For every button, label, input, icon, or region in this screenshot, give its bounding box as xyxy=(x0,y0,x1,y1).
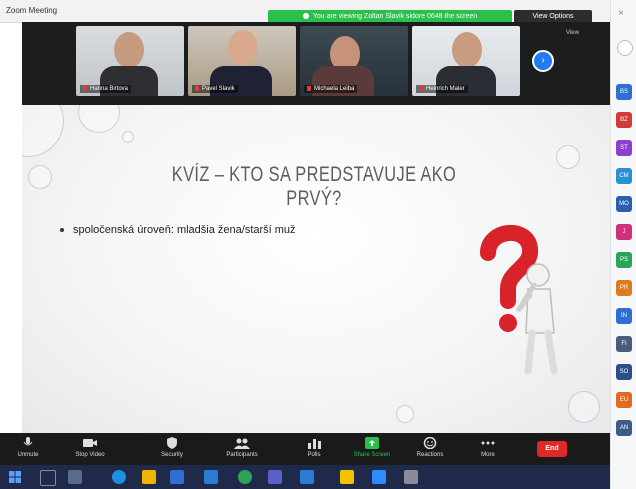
decorative-bubble xyxy=(22,105,64,157)
toolbar-label: Security xyxy=(161,452,183,458)
participants-button[interactable]: Participants xyxy=(216,435,268,458)
store-icon[interactable] xyxy=(170,470,184,484)
more-button[interactable]: More xyxy=(462,435,514,458)
reactions-button[interactable]: Reactions xyxy=(404,435,456,458)
app-shortcut[interactable]: PR xyxy=(616,280,632,296)
strip-view-label[interactable]: View xyxy=(566,30,579,36)
participants-icon xyxy=(234,438,250,449)
participant-tile[interactable]: Pavel Slavik xyxy=(188,26,296,96)
stop-video-button[interactable]: Stop Video xyxy=(64,435,116,458)
app-shortcut[interactable]: IN xyxy=(616,308,632,324)
participant-name: Michaela Leiba xyxy=(304,84,358,93)
windows-taskbar xyxy=(0,465,610,489)
search-icon[interactable] xyxy=(40,470,56,486)
toolbar-label: Share Screen xyxy=(353,452,391,458)
toolbar-label: Unmute xyxy=(17,452,39,458)
share-screen-icon xyxy=(365,437,379,449)
unmute-button[interactable]: Unmute xyxy=(2,435,54,458)
right-side-panel: × BS BZ ST CM MO J PS PR IN FI SO EU AN xyxy=(610,0,636,489)
share-banner-text: You are viewing Zoltan Slavik sidore 064… xyxy=(312,13,478,20)
app-shortcut[interactable]: FI xyxy=(616,336,632,352)
chrome-icon[interactable] xyxy=(238,470,252,484)
task-view-icon[interactable] xyxy=(68,470,82,484)
zoom-icon[interactable] xyxy=(372,470,386,484)
search-icon[interactable] xyxy=(617,40,633,56)
edge-browser-icon[interactable] xyxy=(112,470,126,484)
close-icon[interactable]: × xyxy=(618,8,624,19)
shared-slide: KVÍZ – KTO SA PREDSTAVUJE AKO PRVÝ? spol… xyxy=(22,105,610,433)
participant-name: Heinrich Maler xyxy=(416,84,468,93)
participant-face xyxy=(452,32,482,68)
share-screen-button[interactable]: Share Screen xyxy=(346,435,398,458)
decorative-bubble xyxy=(396,405,414,423)
slide-title: KVÍZ – KTO SA PREDSTAVUJE AKO PRVÝ? xyxy=(171,163,457,210)
app-shortcut[interactable]: AN xyxy=(616,420,632,436)
decorative-bubble xyxy=(78,105,120,133)
participant-name: Pavel Slavik xyxy=(192,84,238,93)
sticky-notes-icon[interactable] xyxy=(340,470,354,484)
end-meeting-button[interactable]: End xyxy=(537,441,567,457)
start-button[interactable] xyxy=(8,470,22,484)
teams-icon[interactable] xyxy=(268,470,282,484)
app-shortcut[interactable]: BZ xyxy=(616,112,632,128)
app-shortcut[interactable]: J xyxy=(616,224,632,240)
share-status-icon xyxy=(302,13,309,20)
participant-tile[interactable]: Hanna Birtova xyxy=(76,26,184,96)
decorative-bubble xyxy=(556,145,580,169)
participant-face xyxy=(114,32,144,68)
window-title: Zoom Meeting xyxy=(6,6,58,15)
toolbar-label: Polls xyxy=(307,452,321,458)
bullet-marker xyxy=(60,228,64,233)
app-shortcut[interactable]: PS xyxy=(616,252,632,268)
video-camera-icon xyxy=(83,439,97,447)
meeting-toolbar: Unmute Stop Video Security Participants … xyxy=(0,433,610,465)
decorative-bubble xyxy=(28,165,52,189)
file-explorer-icon[interactable] xyxy=(142,470,156,484)
polls-icon xyxy=(308,439,321,449)
app-shortcut[interactable]: EU xyxy=(616,392,632,408)
toolbar-label: More xyxy=(481,452,495,458)
toolbar-label: Participants xyxy=(226,452,258,458)
bullet-text: spoločenská úroveň: mladšia žena/starší … xyxy=(73,224,296,236)
word-icon[interactable] xyxy=(300,470,314,484)
participant-tile[interactable]: Heinrich Maler xyxy=(412,26,520,96)
participant-tile[interactable]: Michaela Leiba xyxy=(300,26,408,96)
app-icon[interactable] xyxy=(404,470,418,484)
toolbar-label: Reactions xyxy=(416,452,444,458)
more-icon xyxy=(481,441,495,445)
participant-name: Hanna Birtova xyxy=(80,84,132,93)
microphone-icon xyxy=(23,437,33,446)
decorative-bubble xyxy=(122,131,134,143)
video-strip: Hanna Birtova Pavel Slavik Michaela Leib… xyxy=(22,22,610,105)
thinking-figure-with-question-mark xyxy=(480,225,558,375)
shield-icon xyxy=(167,437,177,449)
smiley-icon xyxy=(423,437,437,449)
next-page-button[interactable]: › xyxy=(532,50,554,72)
app-shortcut[interactable]: CM xyxy=(616,168,632,184)
windows-logo-icon xyxy=(9,471,21,483)
app-shortcut[interactable]: BS xyxy=(616,84,632,100)
slide-bullet: spoločenská úroveň: mladšia žena/starší … xyxy=(60,224,296,236)
toolbar-label: Stop Video xyxy=(75,452,105,458)
security-button[interactable]: Security xyxy=(146,435,198,458)
app-shortcut[interactable]: SO xyxy=(616,364,632,380)
participant-face xyxy=(228,30,258,66)
outlook-icon[interactable] xyxy=(204,470,218,484)
app-shortcut[interactable]: MO xyxy=(616,196,632,212)
app-shortcut[interactable]: ST xyxy=(616,140,632,156)
decorative-bubble xyxy=(568,391,600,423)
polls-button[interactable]: Polls xyxy=(288,435,340,458)
